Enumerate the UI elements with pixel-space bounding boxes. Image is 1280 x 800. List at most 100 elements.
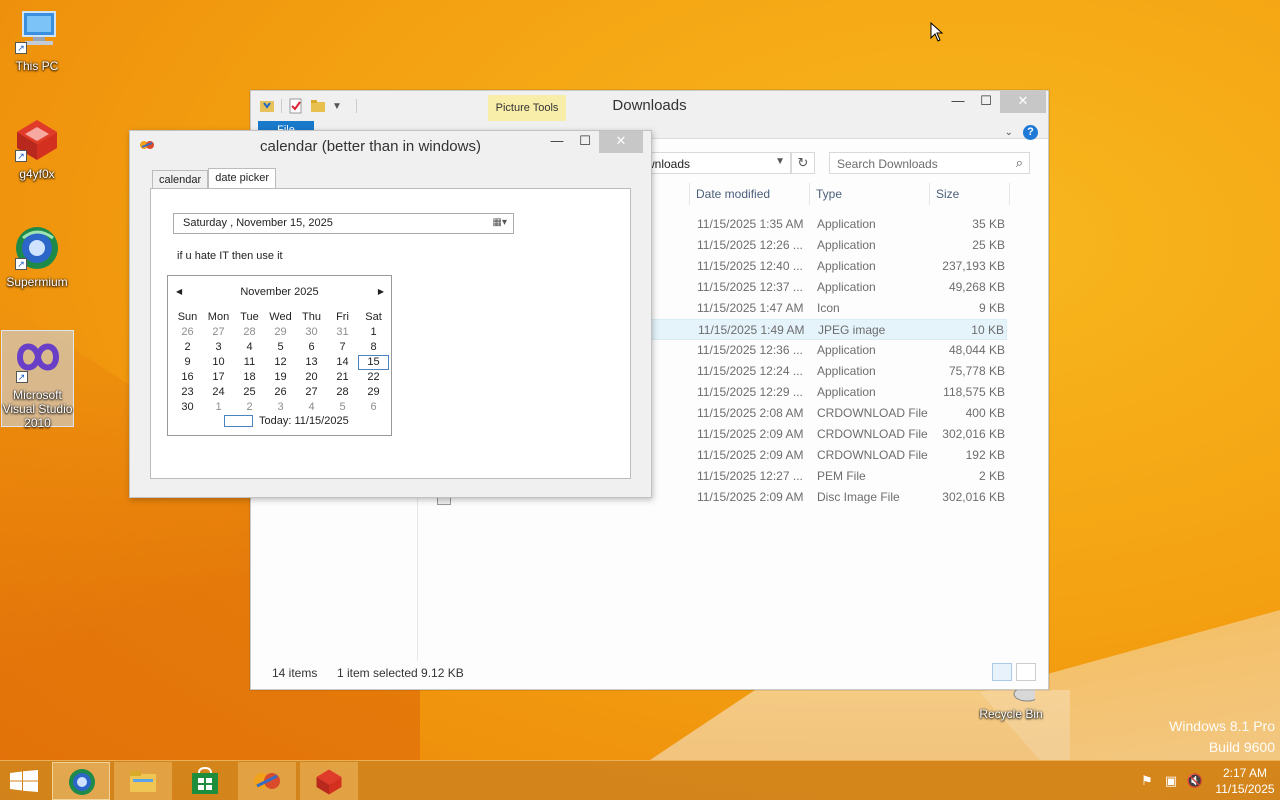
calendar-day[interactable]: 25 [234, 385, 265, 400]
details-view-button[interactable] [992, 663, 1012, 681]
minimize-button[interactable]: — [543, 131, 571, 153]
taskbar-g4yf0x-button[interactable] [300, 762, 358, 800]
calendar-day[interactable]: 12 [265, 355, 296, 370]
file-row[interactable]: 11/15/2025 12:37 ... Application 49,268 KB [651, 277, 1007, 298]
calendar-day[interactable]: 15 [358, 355, 389, 370]
taskbar-file-explorer-button[interactable] [114, 762, 172, 800]
calendar-day[interactable]: 6 [358, 400, 389, 415]
desktop-icon-supermium[interactable]: ↗ Supermium [0, 224, 74, 289]
calendar-day[interactable]: 30 [296, 325, 327, 340]
calendar-day[interactable]: 19 [265, 370, 296, 385]
maximize-button[interactable]: ☐ [972, 91, 1000, 113]
column-header-date-modified[interactable]: Date modified [696, 187, 770, 207]
calendar-day[interactable]: 11 [234, 355, 265, 370]
column-separator[interactable] [1009, 183, 1010, 205]
next-month-button[interactable]: ▶ [378, 287, 384, 296]
calendar-day[interactable]: 2 [234, 400, 265, 415]
column-separator[interactable] [809, 183, 810, 205]
taskbar-supermium-button[interactable] [52, 762, 110, 800]
calendar-day[interactable]: 6 [296, 340, 327, 355]
file-row[interactable]: 11/15/2025 2:08 AM CRDOWNLOAD File 400 KB [651, 403, 1007, 424]
file-row[interactable]: 11/15/2025 12:36 ... Application 48,044 KB [651, 340, 1007, 361]
file-row[interactable]: 11/15/2025 2:09 AM Disc Image File 302,016… [651, 487, 1007, 508]
expand-ribbon-chevron-icon[interactable]: ⌄ [1005, 127, 1013, 138]
maximize-button[interactable]: ☐ [571, 131, 599, 153]
calendar-day[interactable]: 30 [172, 400, 203, 415]
calendar-day[interactable]: 28 [234, 325, 265, 340]
calendar-day[interactable]: 29 [265, 325, 296, 340]
calendar-day[interactable]: 14 [327, 355, 358, 370]
file-row[interactable]: 11/15/2025 12:40 ... Application 237,193 K… [651, 256, 1007, 277]
file-row[interactable]: 11/15/2025 2:09 AM CRDOWNLOAD File 192 KB [651, 445, 1007, 466]
close-button[interactable]: ✕ [1000, 91, 1046, 113]
calendar-day[interactable]: 7 [327, 340, 358, 355]
taskbar-store-button[interactable] [176, 762, 234, 800]
column-separator[interactable] [929, 183, 930, 205]
taskbar-calendar-app-button[interactable] [238, 762, 296, 800]
calendar-day[interactable]: 10 [203, 355, 234, 370]
desktop-icon-g4yf0x[interactable]: ↗ g4yf0x [0, 116, 74, 181]
calendar-day[interactable]: 27 [203, 325, 234, 340]
date-picker-field[interactable]: Saturday , November 15, 2025 ▦▾ [173, 213, 514, 234]
calendar-day[interactable]: 3 [265, 400, 296, 415]
calendar-day[interactable]: 8 [358, 340, 389, 355]
column-separator[interactable] [689, 183, 690, 205]
column-header-size[interactable]: Size [936, 187, 959, 207]
file-row[interactable]: 11/15/2025 12:27 ... PEM File 2 KB [651, 466, 1007, 487]
calendar-day[interactable]: 28 [327, 385, 358, 400]
action-center-flag-icon[interactable]: ⚑ [1138, 773, 1156, 789]
file-row[interactable]: 11/15/2025 12:26 ... Application 25 KB [651, 235, 1007, 256]
refresh-button[interactable]: ↻ [791, 152, 815, 174]
close-button[interactable]: ✕ [599, 131, 643, 153]
calendar-day[interactable]: 18 [234, 370, 265, 385]
file-row[interactable]: 11/15/2025 12:24 ... Application 75,778 KB [651, 361, 1007, 382]
calendar-day[interactable]: 20 [296, 370, 327, 385]
minimize-button[interactable]: — [944, 91, 972, 113]
calendar-day[interactable]: 17 [203, 370, 234, 385]
calendar-day[interactable]: 16 [172, 370, 203, 385]
calendar-day[interactable]: 1 [358, 325, 389, 340]
calendar-day[interactable]: 24 [203, 385, 234, 400]
calendar-day[interactable]: 27 [296, 385, 327, 400]
desktop-icon-this-pc[interactable]: ↗ This PC [0, 8, 74, 73]
navigation-pane-divider[interactable] [417, 491, 418, 661]
calendar-day[interactable]: 5 [265, 340, 296, 355]
tab-date-picker[interactable]: date picker [208, 168, 277, 189]
volume-muted-icon[interactable]: 🔇 [1186, 773, 1204, 789]
address-dropdown-icon[interactable]: ▼ [775, 156, 785, 167]
calendar-day[interactable]: 3 [203, 340, 234, 355]
calendar-day[interactable]: 13 [296, 355, 327, 370]
address-bar[interactable]: wnloads ▼ [641, 152, 791, 174]
column-header-type[interactable]: Type [816, 187, 842, 207]
calendar-day[interactable]: 26 [172, 325, 203, 340]
network-icon[interactable]: ▣ [1162, 773, 1180, 789]
calendar-day[interactable]: 9 [172, 355, 203, 370]
calendar-day[interactable]: 2 [172, 340, 203, 355]
calendar-day[interactable]: 21 [327, 370, 358, 385]
explorer-titlebar[interactable]: ▼ Picture Tools Downloads — ☐ ✕ [251, 91, 1048, 123]
calendar-day[interactable]: 23 [172, 385, 203, 400]
file-row[interactable]: 11/15/2025 1:35 AM Application 35 KB [651, 214, 1007, 235]
calendar-dropdown-icon[interactable]: ▦▾ [493, 217, 507, 228]
calendar-titlebar[interactable]: calendar (better than in windows) — ☐ ✕ [130, 131, 651, 161]
calendar-day[interactable]: 22 [358, 370, 389, 385]
file-row[interactable]: 11/15/2025 12:29 ... Application 118,575 K… [651, 382, 1007, 403]
calendar-window[interactable]: calendar (better than in windows) — ☐ ✕ … [129, 130, 652, 498]
calendar-day[interactable]: 1 [203, 400, 234, 415]
calendar-day[interactable]: 4 [296, 400, 327, 415]
calendar-day[interactable]: 4 [234, 340, 265, 355]
month-year-label[interactable]: November 2025 [168, 286, 391, 300]
start-button-windows-icon[interactable] [10, 770, 38, 792]
file-row[interactable]: 11/15/2025 1:47 AM Icon 9 KB [651, 298, 1007, 319]
calendar-day[interactable]: 26 [265, 385, 296, 400]
calendar-day[interactable]: 29 [358, 385, 389, 400]
file-row[interactable]: 11/15/2025 2:09 AM CRDOWNLOAD File 302,016… [651, 424, 1007, 445]
today-link[interactable]: Today: 11/15/2025 [224, 415, 349, 427]
calendar-day[interactable]: 31 [327, 325, 358, 340]
help-icon[interactable]: ? [1023, 125, 1038, 140]
large-icons-view-button[interactable] [1016, 663, 1036, 681]
search-input[interactable]: Search Downloads ⌕ [829, 152, 1030, 174]
desktop-icon-visual-studio-2010[interactable]: ↗ Microsoft Visual Studio 2010 [1, 330, 74, 430]
clock[interactable]: 2:17 AM 11/15/2025 [1210, 765, 1280, 797]
calendar-day[interactable]: 5 [327, 400, 358, 415]
